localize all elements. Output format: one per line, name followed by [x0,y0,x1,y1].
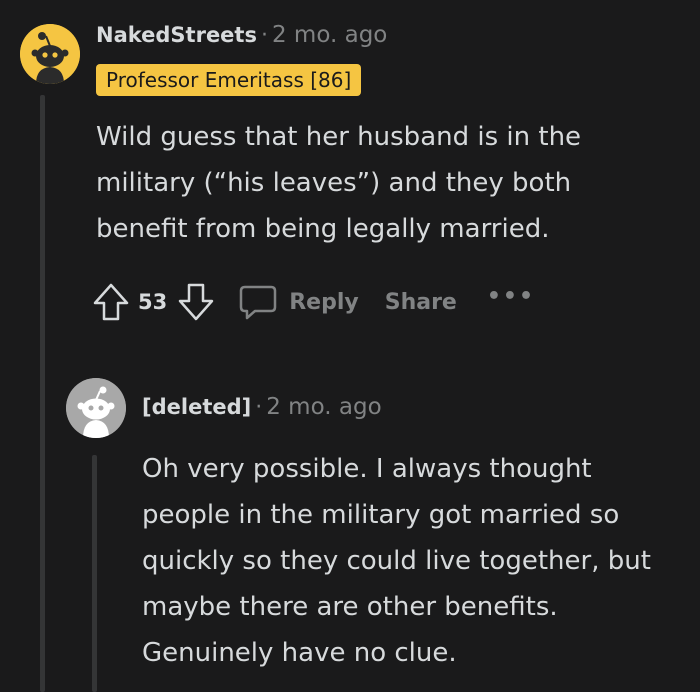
comment-author[interactable]: NakedStreets [96,23,257,47]
thread-line-reply[interactable] [92,455,97,692]
upvote-button[interactable] [90,281,132,323]
comment-meta: NakedStreets · 2 mo. ago [96,22,387,48]
meta-separator: · [260,23,268,48]
comment-reply-icon-button[interactable] [237,281,279,323]
snoo-avatar-icon [66,378,126,438]
arrow-down-icon [178,283,214,321]
meta-separator: · [255,395,263,420]
comment-body: Wild guess that her husband is in the mi… [96,122,582,244]
reply-button[interactable]: Reply [289,290,359,315]
user-avatar[interactable] [20,24,80,84]
more-options-icon[interactable]: ••• [487,284,535,309]
thread-line-main[interactable] [40,95,45,692]
speech-bubble-icon [239,285,277,320]
reply-body: Oh very possible. I always thought peopl… [142,454,651,668]
comment-action-bar: 53 Reply Share ••• [90,280,535,324]
user-flair: Professor Emeritass [86] [96,64,362,96]
downvote-button[interactable] [175,281,217,323]
arrow-up-icon [93,283,129,321]
reply-author: [deleted] [142,395,252,419]
reply-timestamp[interactable]: 2 mo. ago [266,394,381,420]
share-button[interactable]: Share [385,290,457,315]
deleted-user-avatar[interactable] [66,378,126,438]
vote-score: 53 [138,290,168,314]
reply-meta: [deleted] · 2 mo. ago [142,394,382,420]
comment-timestamp[interactable]: 2 mo. ago [272,22,387,48]
snoo-avatar-icon [20,24,80,84]
